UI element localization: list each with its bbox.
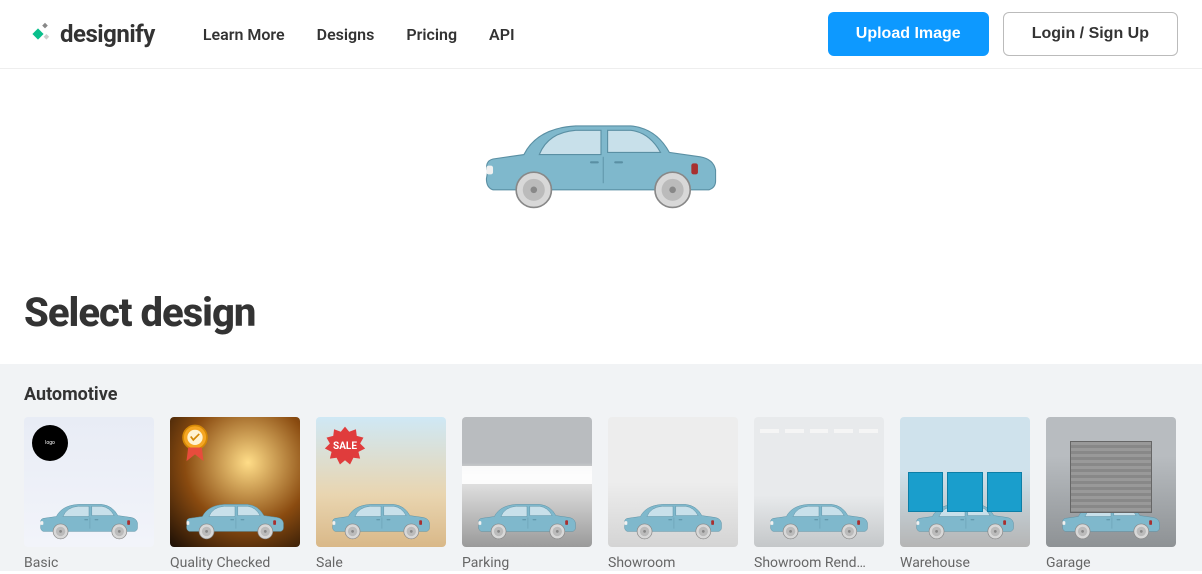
- thumb-showroom-render: [754, 417, 884, 547]
- logo-icon: [24, 20, 52, 48]
- select-design-section: Select design: [0, 289, 1202, 336]
- uploaded-car-image: [471, 89, 731, 229]
- car-icon: [180, 496, 290, 541]
- design-label: Sale: [316, 555, 446, 571]
- parking-strip: [462, 466, 592, 484]
- thumb-warehouse: [900, 417, 1030, 547]
- thumb-quality: [170, 417, 300, 547]
- thumb-sale: SALE: [316, 417, 446, 547]
- design-label: Warehouse: [900, 555, 1030, 571]
- warehouse-doors: [900, 472, 1030, 512]
- car-icon: [764, 496, 874, 541]
- logo-area[interactable]: designify: [24, 20, 155, 48]
- ribbon-badge-icon: [178, 423, 212, 467]
- section-title: Select design: [24, 289, 1178, 336]
- garage-door: [1070, 441, 1152, 513]
- car-icon: [326, 496, 436, 541]
- hero-preview: [0, 69, 1202, 289]
- nav-api[interactable]: API: [489, 25, 515, 44]
- thumb-garage: [1046, 417, 1176, 547]
- design-label: Garage: [1046, 555, 1176, 571]
- thumb-showroom: [608, 417, 738, 547]
- sale-badge-icon: SALE: [324, 425, 366, 467]
- design-label: Parking: [462, 555, 592, 571]
- design-item-showroom-render[interactable]: Showroom Rend…: [754, 417, 884, 571]
- design-item-showroom[interactable]: Showroom: [608, 417, 738, 571]
- car-icon: [34, 496, 144, 541]
- nav-learn-more[interactable]: Learn More: [203, 25, 285, 44]
- brand-name: designify: [60, 20, 155, 48]
- designs-panel: Automotive logo Basic Quality Checked: [0, 364, 1202, 571]
- design-item-parking[interactable]: Parking: [462, 417, 592, 571]
- category-title: Automotive: [24, 384, 1178, 405]
- design-label: Showroom Rend…: [754, 555, 884, 571]
- ceiling-lights: [754, 429, 884, 433]
- design-row: logo Basic Quality Checked: [24, 417, 1178, 571]
- login-signup-button[interactable]: Login / Sign Up: [1003, 12, 1178, 56]
- design-item-garage[interactable]: Garage: [1046, 417, 1176, 571]
- thumb-parking: [462, 417, 592, 547]
- design-label: Basic: [24, 555, 154, 571]
- design-label: Quality Checked: [170, 555, 300, 571]
- nav-pricing[interactable]: Pricing: [406, 25, 457, 44]
- thumb-basic: logo: [24, 417, 154, 547]
- nav: Learn More Designs Pricing API: [203, 25, 828, 44]
- upload-button[interactable]: Upload Image: [828, 12, 989, 56]
- car-icon: [618, 496, 728, 541]
- design-item-basic[interactable]: logo Basic: [24, 417, 154, 571]
- logo-badge-icon: logo: [32, 425, 68, 461]
- design-label: Showroom: [608, 555, 738, 571]
- header-actions: Upload Image Login / Sign Up: [828, 12, 1178, 56]
- design-item-quality-checked[interactable]: Quality Checked: [170, 417, 300, 571]
- car-icon: [472, 496, 582, 541]
- design-item-sale[interactable]: SALE Sale: [316, 417, 446, 571]
- design-item-warehouse[interactable]: Warehouse: [900, 417, 1030, 571]
- header: designify Learn More Designs Pricing API…: [0, 0, 1202, 69]
- nav-designs[interactable]: Designs: [317, 25, 375, 44]
